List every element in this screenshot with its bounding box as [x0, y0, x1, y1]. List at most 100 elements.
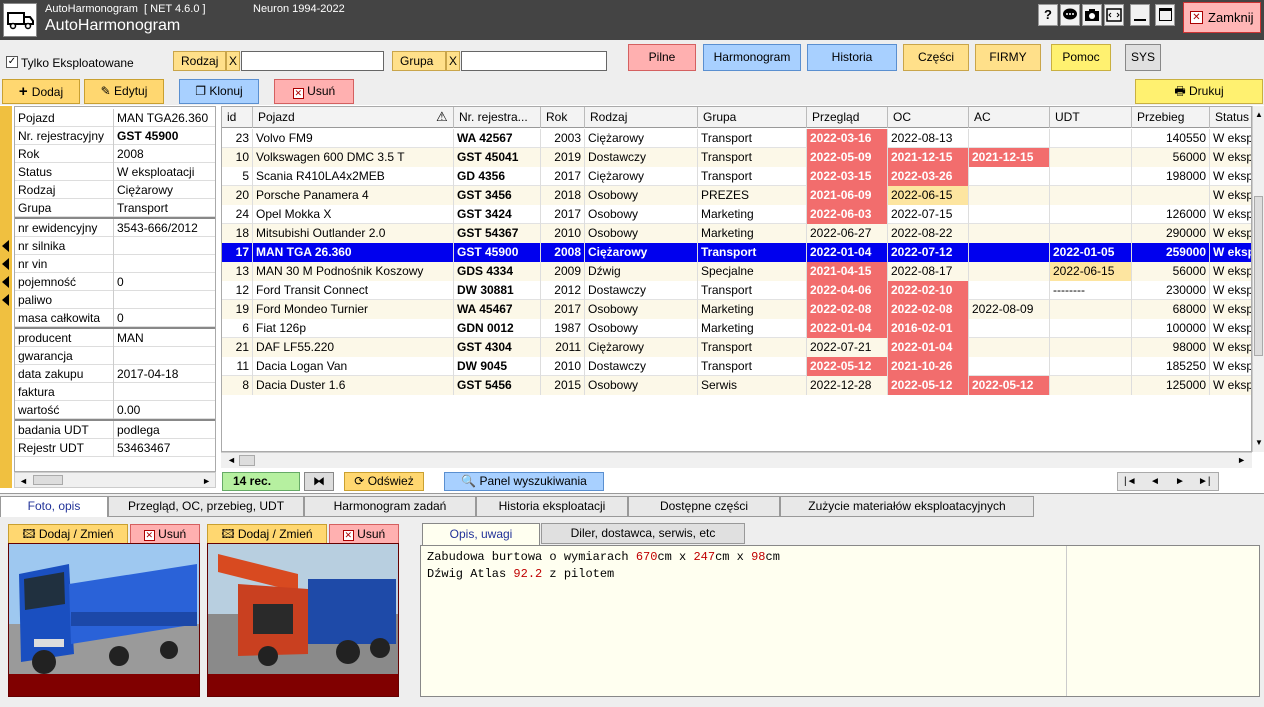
col-nr-cell: GST 45041	[454, 148, 541, 167]
notes-textarea[interactable]: Zabudowa burtowa o wymiarach 670cm x 247…	[420, 545, 1260, 697]
historia-button[interactable]: Historia	[807, 44, 897, 71]
col-nr-cell: GST 4304	[454, 338, 541, 357]
fit-columns-icon[interactable]: ⧓	[304, 472, 334, 491]
table-row[interactable]: 10 Volkswagen 600 DMC 3.5 T GST 45041 2019 D…	[222, 148, 1251, 167]
image-icon: 🖾	[22, 527, 39, 541]
table-row[interactable]: 24 Opel Mokka X GST 3424 2017 Osobowy Marketi…	[222, 205, 1251, 224]
table-horizontal-scrollbar[interactable]: ◄ ►	[221, 452, 1252, 468]
col-grupa-cell: Transport	[698, 129, 807, 148]
tab-notes[interactable]: Opis, uwagi	[422, 523, 540, 545]
bottom-tab[interactable]: Przegląd, OC, przebieg, UDT	[108, 496, 304, 517]
table-vertical-scrollbar[interactable]: ▲ ▼	[1252, 106, 1264, 452]
col-id-cell: 13	[222, 262, 253, 281]
col-grupa-header[interactable]: Grupa	[698, 107, 807, 128]
detail-row: pojemność 0	[15, 273, 215, 291]
photo2-delete-button[interactable]: ✕ Usuń	[329, 524, 399, 544]
prev-record-icon[interactable]: ◄	[1150, 473, 1160, 490]
table-row[interactable]: 12 Ford Transit Connect DW 30881 2012 Dostaw…	[222, 281, 1251, 300]
harmonogram-button[interactable]: Harmonogram	[703, 44, 801, 71]
chat-icon[interactable]	[1060, 4, 1080, 26]
pomoc-button[interactable]: Pomoc	[1051, 44, 1111, 71]
grupa-input[interactable]	[461, 51, 607, 71]
clone-button[interactable]: ❐ Klonuj	[179, 79, 259, 104]
col-id-header[interactable]: id	[222, 107, 253, 128]
table-row[interactable]: 18 Mitsubishi Outlander 2.0 GST 54367 2010 O…	[222, 224, 1251, 243]
table-row[interactable]: 13 MAN 30 M Podnośnik Koszowy GDS 4334 2009…	[222, 262, 1251, 281]
bottom-tab[interactable]: Harmonogram zadań	[304, 496, 476, 517]
col-rok-header[interactable]: Rok	[541, 107, 585, 128]
col-pojazd-header[interactable]: Pojazd	[253, 107, 454, 128]
col-status-cell: W eksploatacji	[1210, 376, 1251, 395]
bottom-tab[interactable]: Historia eksploatacji	[476, 496, 628, 517]
last-record-icon[interactable]: ►|	[1198, 473, 1211, 490]
details-scrollbar[interactable]: ◄ ►	[14, 472, 216, 488]
camera-icon[interactable]	[1082, 4, 1102, 26]
col-rok-cell: 1987	[541, 319, 585, 338]
detail-row: paliwo	[15, 291, 215, 309]
bottom-tab[interactable]: Foto, opis	[0, 496, 108, 517]
minimize-icon[interactable]	[1130, 4, 1150, 26]
table-row[interactable]: 6 Fiat 126p GDN 0012 1987 Osobowy Marketing 20…	[222, 319, 1251, 338]
col-nr-header[interactable]: Nr. rejestra...	[454, 107, 541, 128]
first-record-icon[interactable]: |◄	[1124, 473, 1137, 490]
table-row[interactable]: 5 Scania R410LA4x2MEB GD 4356 2017 Ciężarowy…	[222, 167, 1251, 186]
photo-truck-front[interactable]	[8, 543, 200, 697]
screen-icon[interactable]	[1104, 4, 1124, 26]
close-button[interactable]: ✕ Zamknij	[1183, 2, 1261, 33]
table-row[interactable]: 23 Volvo FM9 WA 42567 2003 Ciężarowy Transpor…	[222, 129, 1251, 148]
photo1-delete-button[interactable]: ✕ Usuń	[130, 524, 200, 544]
maximize-icon[interactable]	[1155, 4, 1175, 26]
detail-row: nr vin	[15, 255, 215, 273]
printer-icon: 🖶	[1174, 84, 1189, 98]
col-rok-cell: 2017	[541, 167, 585, 186]
photo-crane-rear[interactable]	[207, 543, 399, 697]
detail-key: gwarancja	[18, 349, 73, 363]
rodzaj-clear-button[interactable]: X	[226, 51, 240, 71]
col-rodzaj-header[interactable]: Rodzaj	[585, 107, 698, 128]
col-status-cell: W eksploatacji	[1210, 148, 1251, 167]
col-ac-cell	[969, 205, 1050, 224]
col-przeglad-cell: 2022-04-06	[807, 281, 888, 300]
col-przeglad-cell: 2022-01-04	[807, 319, 888, 338]
sys-button[interactable]: SYS	[1125, 44, 1161, 71]
table-row[interactable]: 8 Dacia Duster 1.6 GST 5456 2015 Osobowy Serw…	[222, 376, 1251, 395]
next-record-icon[interactable]: ►	[1175, 473, 1185, 490]
refresh-button[interactable]: ⟳ Odśwież	[344, 472, 424, 491]
col-przebieg-cell: 198000	[1132, 167, 1210, 186]
photo1-add-button[interactable]: 🖾 Dodaj / Zmień	[8, 524, 128, 544]
col-przebieg-header[interactable]: Przebieg	[1132, 107, 1210, 128]
grupa-clear-button[interactable]: X	[446, 51, 460, 71]
table-row[interactable]: 11 Dacia Logan Van DW 9045 2010 Dostawczy Tra…	[222, 357, 1251, 376]
delete-button[interactable]: ✕ Usuń	[274, 79, 354, 104]
help-icon[interactable]: ?	[1038, 4, 1058, 26]
col-ac-header[interactable]: AC	[969, 107, 1050, 128]
firmy-button[interactable]: FIRMY	[975, 44, 1041, 71]
rodzaj-input[interactable]	[241, 51, 384, 71]
col-ac-cell: 2021-12-15	[969, 148, 1050, 167]
col-oc-cell: 2022-07-15	[888, 205, 969, 224]
table-row[interactable]: 20 Porsche Panamera 4 GST 3456 2018 Osobowy P…	[222, 186, 1251, 205]
czesci-button[interactable]: Części	[903, 44, 969, 71]
print-button[interactable]: 🖶 Drukuj	[1135, 79, 1263, 104]
pilne-button[interactable]: Pilne	[628, 44, 696, 71]
table-row[interactable]: 21 DAF LF55.220 GST 4304 2011 Ciężarowy Trans…	[222, 338, 1251, 357]
detail-value: Ciężarowy	[117, 183, 174, 197]
detail-value: MAN	[117, 331, 144, 345]
col-ac-cell	[969, 167, 1050, 186]
col-udt-header[interactable]: UDT	[1050, 107, 1132, 128]
table-row[interactable]: 17 MAN TGA 26.360 GST 45900 2008 Ciężarowy Tr…	[222, 243, 1251, 262]
photo2-add-button[interactable]: 🖾 Dodaj / Zmień	[207, 524, 327, 544]
col-pojazd-cell: Volvo FM9	[253, 129, 454, 148]
exploit-checkbox[interactable]: ✓	[6, 56, 18, 68]
col-oc-header[interactable]: OC	[888, 107, 969, 128]
add-button[interactable]: + Dodaj	[2, 79, 80, 104]
col-przeglad-header[interactable]: Przegląd	[807, 107, 888, 128]
tab-dealer[interactable]: Diler, dostawca, serwis, etc	[541, 523, 745, 544]
edit-button[interactable]: ✎ Edytuj	[84, 79, 164, 104]
bottom-tab[interactable]: Dostępne części	[628, 496, 780, 517]
search-panel-button[interactable]: 🔍 Panel wyszukiwania	[444, 472, 604, 491]
table-row[interactable]: 19 Ford Mondeo Turnier WA 45467 2017 Osobowy…	[222, 300, 1251, 319]
col-status-header[interactable]: Status	[1210, 107, 1251, 128]
left-collapse-strip[interactable]	[0, 106, 12, 488]
bottom-tab[interactable]: Zużycie materiałów eksploatacyjnych	[780, 496, 1034, 517]
